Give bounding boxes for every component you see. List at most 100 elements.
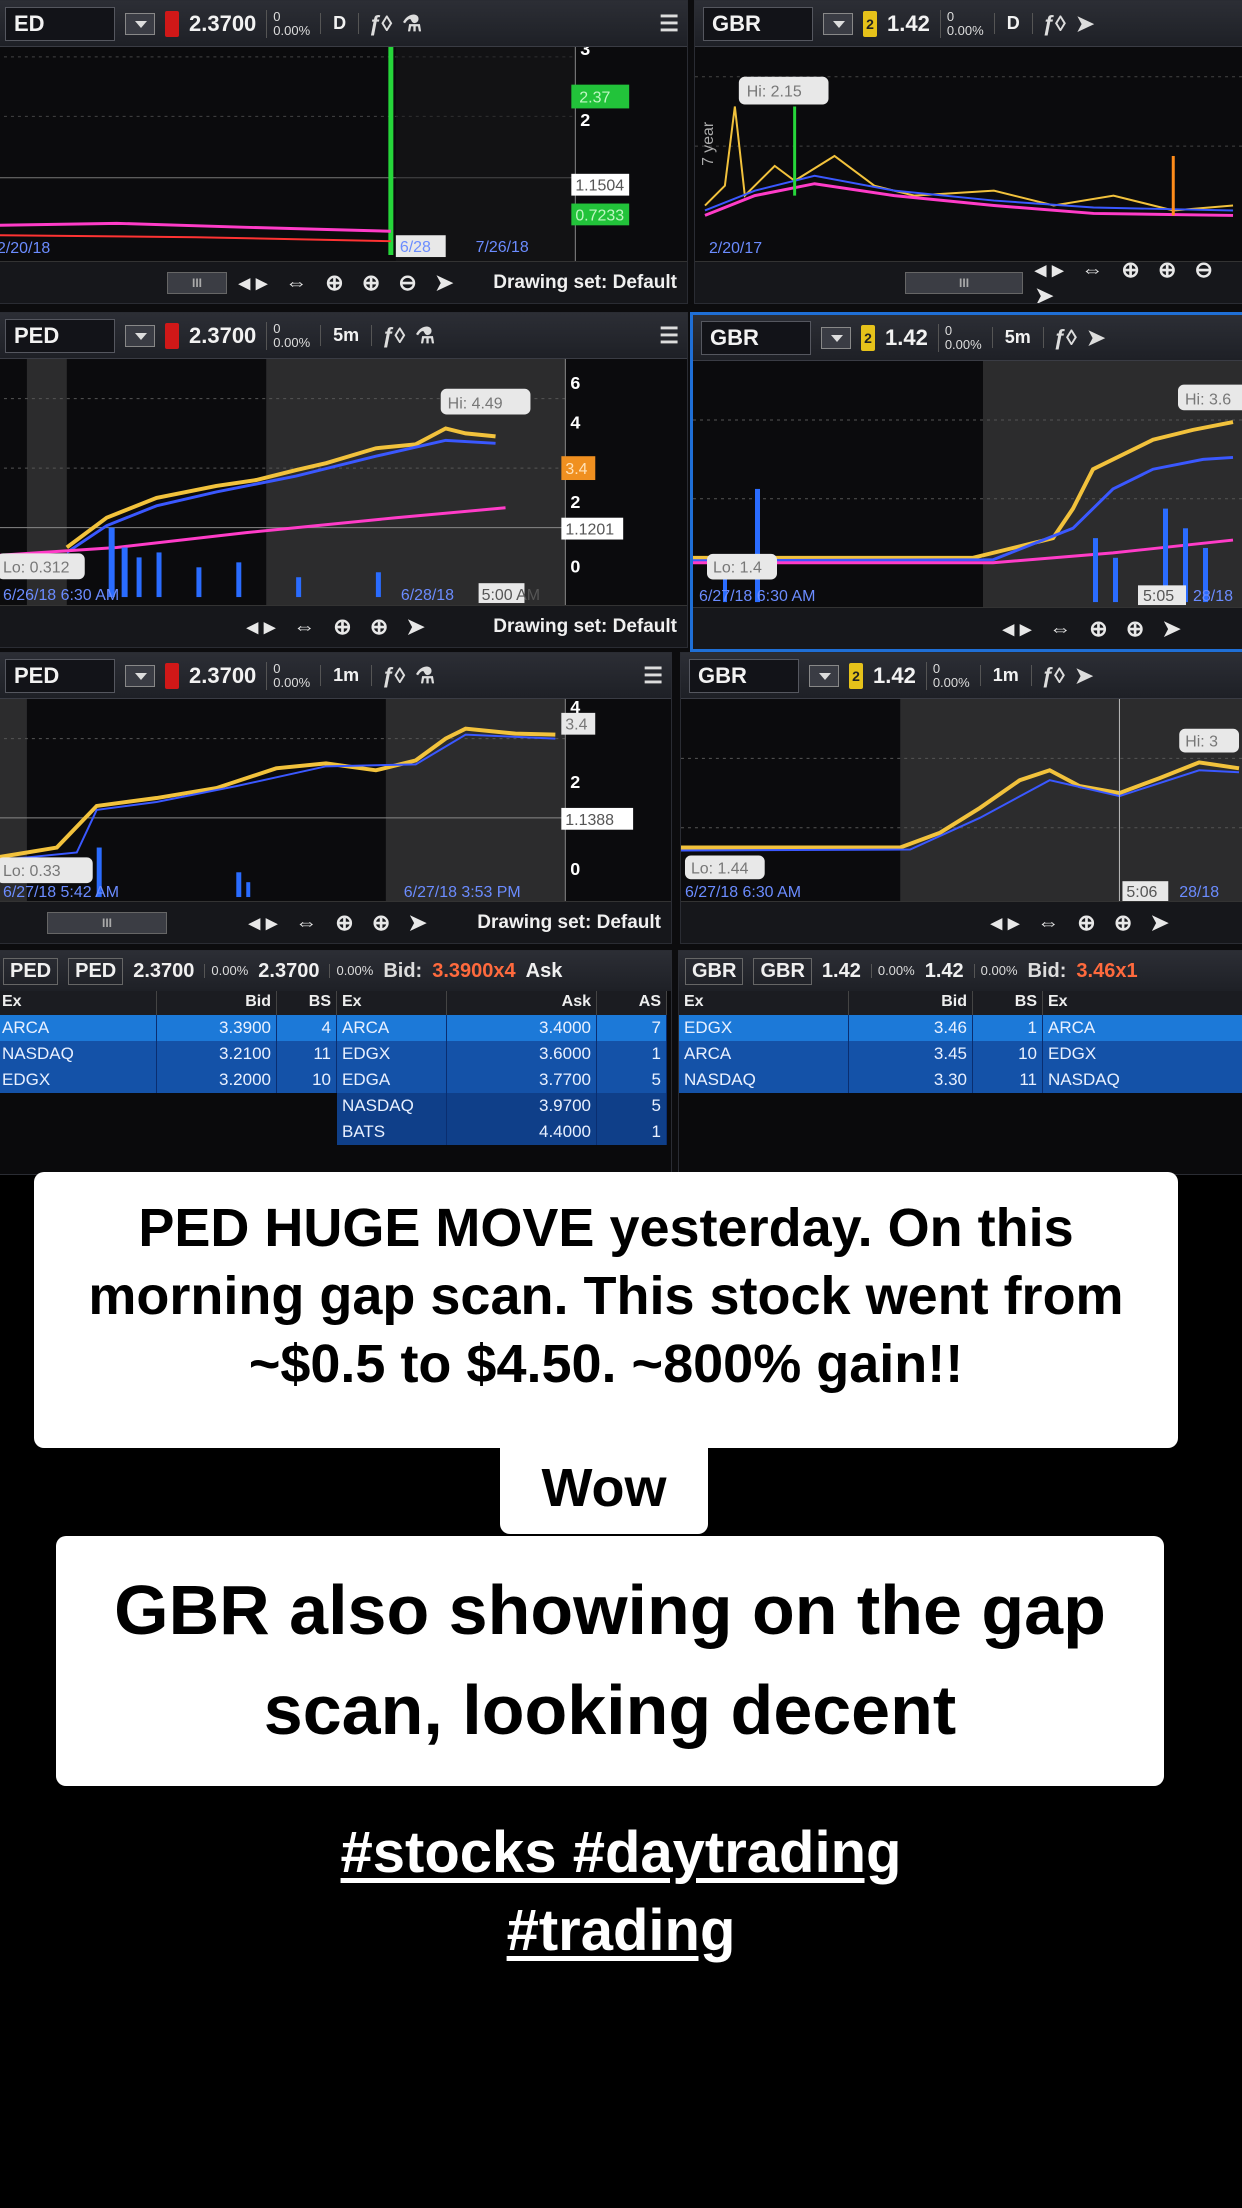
timeframe-selector[interactable]: D — [993, 13, 1033, 34]
ask-book: Ex ARCA EDGX NASDAQ — [1043, 991, 1242, 1093]
flask-icon[interactable]: ⚗ — [402, 11, 422, 37]
scrollbar-thumb[interactable]: III — [905, 271, 1024, 294]
symbol-dropdown-icon[interactable] — [125, 12, 155, 35]
ask-row[interactable]: NASDAQ — [1043, 1067, 1242, 1093]
ask-row[interactable]: EDGX 3.6000 1 — [337, 1041, 667, 1067]
flask-icon[interactable]: ⚗ — [415, 323, 435, 349]
menu-icon[interactable]: ☰ — [659, 323, 679, 349]
link-flag-icon[interactable]: 2 — [861, 324, 875, 351]
flask-icon[interactable]: ⚗ — [415, 663, 435, 689]
navigation-icons[interactable]: ◂▸ ⇔ ⊕ ⊕ ➤ — [249, 910, 433, 936]
price-plot[interactable]: Hi: 3 Lo: 1.44 6/27/18 6:30 AM 5:06 28/1… — [681, 699, 1242, 901]
symbol-dropdown-icon[interactable] — [809, 664, 839, 687]
price-plot[interactable]: Hi: 2.15 7 year 2/20/17 — [695, 47, 1242, 261]
price-tag-sma: 1.1504 — [575, 178, 624, 195]
ask-row[interactable]: ARCA 3.4000 7 — [337, 1015, 667, 1041]
bid-row[interactable]: NASDAQ 3.30 11 — [679, 1067, 1043, 1093]
bid-row[interactable]: ARCA 3.45 10 — [679, 1041, 1043, 1067]
navigation-icons[interactable]: ◂▸ ⇔ ⊕ ⊕ ➤ — [247, 614, 431, 640]
inside-bid-label: Bid: — [1027, 959, 1067, 982]
studies-icon[interactable]: ƒ◊ — [1043, 11, 1066, 37]
chart-panel-ped-daily[interactable]: ED 2.3700 0 0.00% D ƒ◊ ⚗ ☰ 3 2 2.37 1.15… — [0, 0, 688, 304]
chart-panel-gbr-1m[interactable]: GBR 2 1.42 0 0.00% 1m ƒ◊ ➤ Hi: 3 Lo: 1.44… — [680, 652, 1242, 944]
bid-row[interactable]: EDGX 3.46 1 — [679, 1015, 1043, 1041]
menu-icon[interactable]: ☰ — [659, 11, 679, 37]
change-readout: 0 0.00% — [266, 321, 310, 350]
symbol-dropdown-icon[interactable] — [125, 664, 155, 687]
ask-row[interactable]: ARCA — [1043, 1015, 1242, 1041]
symbol-dropdown-icon[interactable] — [821, 326, 851, 349]
bid-row[interactable]: ARCA 3.3900 4 — [0, 1015, 337, 1041]
timeframe-selector[interactable]: D — [320, 13, 360, 34]
price-plot[interactable]: 6 4 2 0 3.4 1.1201 Hi: 4.49 Lo: 0.312 6/… — [0, 359, 687, 605]
studies-icon[interactable]: ƒ◊ — [382, 323, 405, 349]
pointer-icon[interactable]: ➤ — [1075, 663, 1093, 689]
ask-last-price: 1.42 — [924, 959, 964, 982]
price-plot[interactable]: Hi: 3.6 Lo: 1.4 6/27/18 6:30 AM 5:05 28/… — [693, 361, 1242, 607]
ask-row[interactable]: EDGA 3.7700 5 — [337, 1067, 667, 1093]
studies-icon[interactable]: ƒ◊ — [369, 11, 392, 37]
symbol-field-2[interactable]: PED — [68, 957, 124, 985]
navigation-icons[interactable]: ◂▸ ⇔ ⊕ ⊕ ⊖ ➤ — [239, 270, 459, 296]
timeframe-selector[interactable]: 1m — [979, 665, 1032, 686]
link-flag-icon[interactable]: 2 — [863, 10, 877, 37]
drawing-set-selector[interactable]: Drawing set: Default — [477, 912, 661, 934]
link-flag-icon[interactable] — [165, 10, 179, 37]
ask-book: Ex Ask AS ARCA 3.4000 7 EDGX 3.6000 1 EDGA 3.… — [337, 991, 667, 1145]
pointer-icon[interactable]: ➤ — [1076, 11, 1094, 37]
navigation-icons[interactable]: ◂▸ ⇔ ⊕ ⊕ ⊖ ➤ — [1035, 257, 1235, 304]
navigation-icons[interactable]: ◂▸ ⇔ ⊕ ⊕ ➤ — [1003, 616, 1187, 642]
caption-gbr-text: GBR also showing on the gap scan, lookin… — [114, 1571, 1106, 1749]
symbol-field[interactable]: GBR — [689, 658, 799, 693]
symbol-dropdown-icon[interactable] — [823, 12, 853, 35]
price-plot[interactable]: 3 2 2.37 1.1504 0.7233 2/20/18 6/28 7/26… — [0, 47, 687, 261]
chart-panel-ped-5m[interactable]: PED 2.3700 0 0.00% 5m ƒ◊ ⚗ ☰ 6 4 2 0 3.4… — [0, 312, 688, 648]
symbol-dropdown-icon[interactable] — [125, 324, 155, 347]
price-tag-last: 3.4 — [565, 717, 587, 734]
bid-row[interactable]: NASDAQ 3.2100 11 — [0, 1041, 337, 1067]
caption-wow: Wow — [500, 1442, 708, 1534]
timeframe-selector[interactable]: 5m — [320, 325, 373, 346]
link-flag-icon[interactable] — [165, 322, 179, 349]
studies-icon[interactable]: ƒ◊ — [1042, 663, 1065, 689]
level2-panel-ped[interactable]: PED PED 2.3700 0.00% 2.3700 0.00% Bid: 3… — [0, 950, 672, 1175]
chart-panel-gbr-5m[interactable]: GBR 2 1.42 0 0.00% 5m ƒ◊ ➤ Hi: 3.6 Lo: 1… — [690, 312, 1242, 652]
hi-label: Hi: 3.6 — [1185, 391, 1231, 408]
chart-panel-ped-1m[interactable]: PED 2.3700 0 0.00% 1m ƒ◊ ⚗ ☰ 4 2 0 3.4 1… — [0, 652, 672, 944]
menu-icon[interactable]: ☰ — [643, 663, 663, 689]
ask-row[interactable]: EDGX — [1043, 1041, 1242, 1067]
link-flag-icon[interactable] — [165, 662, 179, 689]
symbol-field[interactable]: GBR — [703, 6, 813, 41]
ask-columns: Ex — [1043, 991, 1242, 1015]
date-label: 5:06 — [1126, 884, 1157, 901]
scrollbar-thumb[interactable]: III — [167, 271, 227, 294]
timeframe-selector[interactable]: 1m — [320, 665, 373, 686]
symbol-field[interactable]: GBR — [701, 320, 811, 355]
studies-icon[interactable]: ƒ◊ — [1054, 325, 1077, 351]
trading-monitor: ED 2.3700 0 0.00% D ƒ◊ ⚗ ☰ 3 2 2.37 1.15… — [0, 0, 1242, 1175]
symbol-field[interactable]: PED — [3, 957, 59, 985]
drawing-set-selector[interactable]: Drawing set: Default — [493, 272, 677, 294]
price-plot[interactable]: 4 2 0 3.4 1.1388 Lo: 0.33 6/27/18 5:42 A… — [0, 699, 671, 901]
chart-header: PED 2.3700 0 0.00% 1m ƒ◊ ⚗ ☰ — [0, 653, 671, 699]
pointer-icon[interactable]: ➤ — [1087, 325, 1105, 351]
bid-row[interactable]: EDGX 3.2000 10 — [0, 1067, 337, 1093]
symbol-field[interactable]: ED — [5, 6, 115, 41]
date-label: 7/26/18 — [476, 239, 529, 256]
ask-columns: Ex Ask AS — [337, 991, 667, 1015]
ask-row[interactable]: BATS 4.4000 1 — [337, 1119, 667, 1145]
scrollbar-thumb[interactable]: III — [47, 911, 167, 934]
drawing-set-selector[interactable]: Drawing set: Default — [493, 616, 677, 638]
symbol-field-2[interactable]: GBR — [753, 957, 812, 985]
symbol-field[interactable]: PED — [5, 658, 115, 693]
timeframe-selector[interactable]: 5m — [991, 327, 1044, 348]
date-label: 5:00 AM — [482, 587, 541, 604]
ask-row[interactable]: NASDAQ 3.9700 5 — [337, 1093, 667, 1119]
studies-icon[interactable]: ƒ◊ — [382, 663, 405, 689]
link-flag-icon[interactable]: 2 — [849, 662, 863, 689]
chart-panel-gbr-daily[interactable]: GBR 2 1.42 0 0.00% D ƒ◊ ➤ Hi: 2.15 7 year… — [694, 0, 1242, 304]
navigation-icons[interactable]: ◂▸ ⇔ ⊕ ⊕ ➤ — [991, 910, 1175, 936]
level2-panel-gbr[interactable]: GBR GBR 1.42 0.00% 1.42 0.00% Bid: 3.46x… — [678, 950, 1242, 1175]
symbol-field[interactable]: GBR — [685, 957, 744, 985]
symbol-field[interactable]: PED — [5, 318, 115, 353]
